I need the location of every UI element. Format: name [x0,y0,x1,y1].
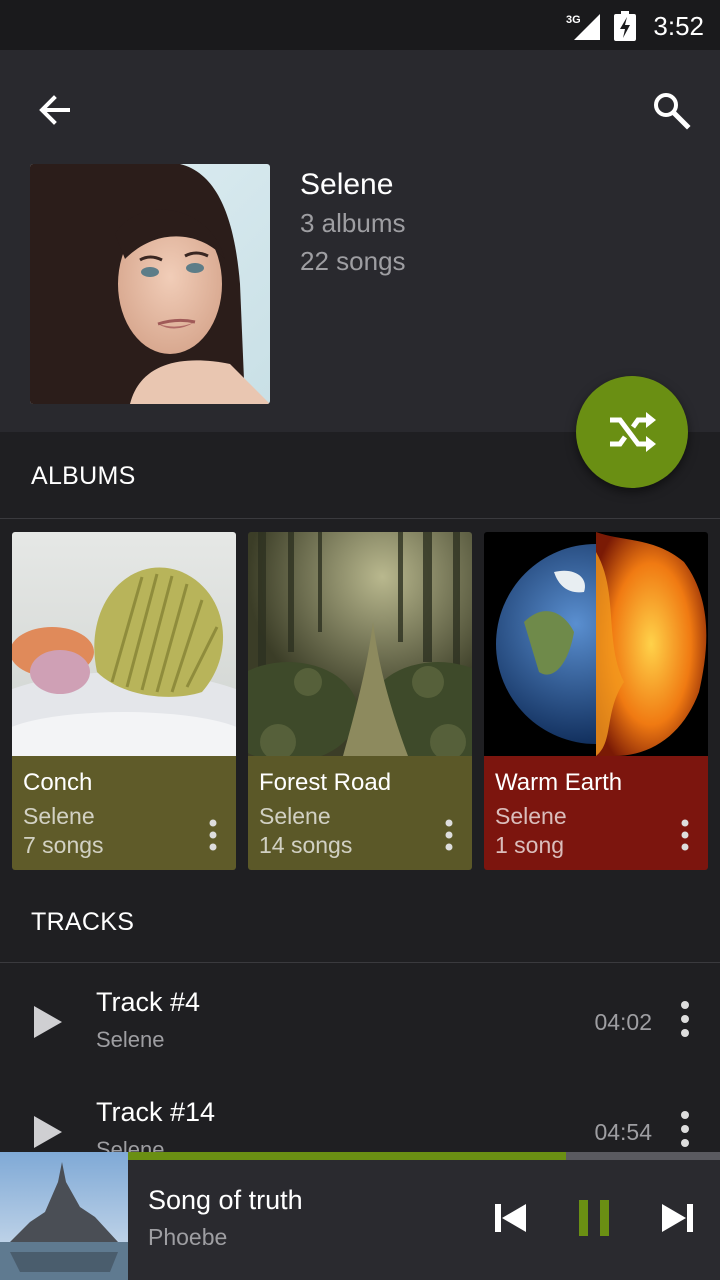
status-bar: 3G 3:52 [0,0,720,50]
divider [0,962,720,963]
divider [0,518,720,519]
album-title: Warm Earth [495,769,623,796]
album-info: Forest Road Selene 14 songs [248,756,472,870]
artist-name: Selene [300,168,394,201]
more-vert-icon[interactable] [674,1109,696,1149]
album-card-conch[interactable]: Conch Selene 7 songs [12,532,236,870]
album-card-forest-road[interactable]: Forest Road Selene 14 songs [248,532,472,870]
shuffle-button[interactable] [576,376,688,488]
more-vert-icon[interactable] [438,817,460,853]
more-vert-icon[interactable] [674,817,696,853]
album-art-conch [12,532,236,792]
search-icon [654,93,691,130]
back-button[interactable] [30,84,82,136]
album-info: Conch Selene 7 songs [12,756,236,870]
tracks-heading: TRACKS [31,908,135,936]
skip-previous-icon[interactable] [490,1198,530,1238]
album-art-warm-earth [484,532,708,756]
artist-photo [30,164,270,404]
album-song-count: 1 song [495,832,565,858]
now-playing-art [0,1152,128,1280]
now-playing-title: Song of truth [148,1185,303,1215]
track-artist: Selene [96,1027,165,1052]
album-song-count: 14 songs [259,832,353,858]
artist-songs-count: 22 songs [300,246,406,276]
play-icon[interactable] [30,1002,66,1042]
album-card-warm-earth[interactable]: Warm Earth Selene 1 song [484,532,708,870]
pause-icon[interactable] [574,1198,614,1238]
artist-header: Selene 3 albums 22 songs [0,50,720,432]
search-button[interactable] [644,84,700,136]
album-artist: Selene [23,803,95,829]
track-row[interactable]: Track #4 Selene 04:02 [0,970,720,1080]
play-icon[interactable] [30,1112,66,1152]
now-playing-artist: Phoebe [148,1224,228,1250]
now-playing-bar[interactable]: Song of truth Phoebe [0,1152,720,1280]
album-title: Forest Road [259,769,392,796]
battery-charging-icon [614,11,636,41]
album-song-count: 7 songs [23,832,104,858]
artist-albums-count: 3 albums [300,208,406,238]
arrow-left-icon [39,95,70,125]
album-title: Conch [23,769,93,796]
playback-progress[interactable] [128,1152,720,1160]
more-vert-icon[interactable] [202,817,224,853]
album-art-forest-road [248,532,472,762]
album-info: Warm Earth Selene 1 song [484,756,708,870]
playback-progress-fill [128,1152,567,1160]
network-type: 3G [566,14,581,26]
track-duration: 04:54 [594,1119,652,1145]
more-vert-icon[interactable] [674,999,696,1039]
album-artist: Selene [495,803,567,829]
track-duration: 04:02 [594,1009,652,1035]
track-title: Track #14 [96,1097,216,1127]
cellular-signal-icon: 3G [566,14,600,40]
track-title: Track #4 [96,987,201,1017]
skip-next-icon[interactable] [658,1198,698,1238]
album-artist: Selene [259,803,331,829]
status-time: 3:52 [653,11,704,41]
shuffle-icon [610,412,656,452]
albums-heading: ALBUMS [31,462,136,490]
